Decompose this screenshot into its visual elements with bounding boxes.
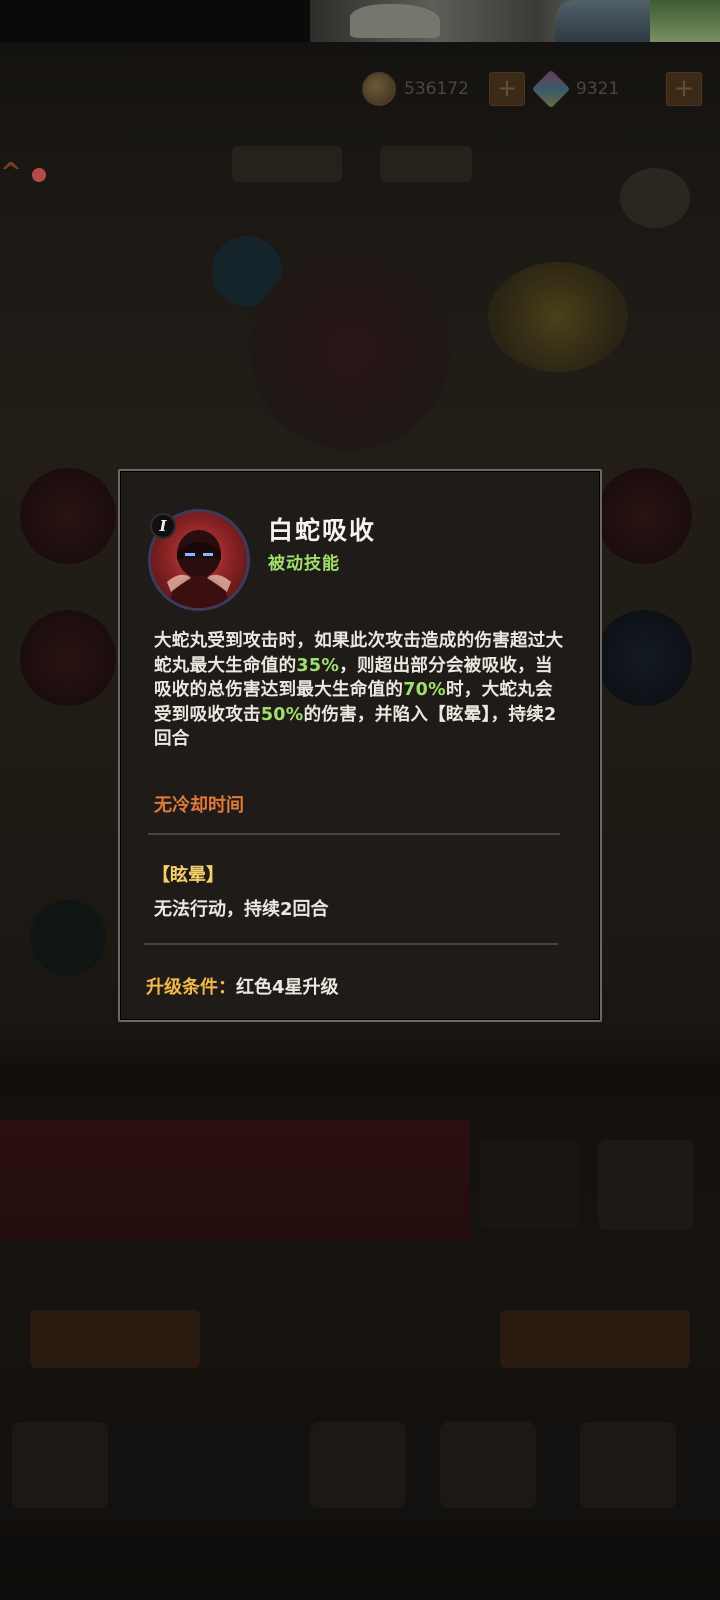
back-arrow-icon[interactable]: ^ xyxy=(0,158,26,188)
dim-bottom-tile-2 xyxy=(598,1140,694,1230)
dim-slot-left-1 xyxy=(20,468,116,564)
add-gems-button[interactable]: + xyxy=(666,72,702,106)
dim-bottom-tile-1 xyxy=(480,1140,580,1230)
dim-dock-cell xyxy=(440,1422,536,1508)
dim-dock-cell xyxy=(580,1422,676,1508)
upgrade-condition: 升级条件：红色4星升级 xyxy=(146,973,339,999)
add-coins-button[interactable]: + xyxy=(489,72,525,106)
grass-shape xyxy=(650,0,720,42)
coin-counter: 536172 xyxy=(362,72,469,106)
skill-icon: I xyxy=(148,509,250,611)
cooldown-text: 无冷却时间 xyxy=(154,795,244,816)
desc-highlight: 70% xyxy=(403,680,446,700)
status-effect-description: 无法行动，持续2回合 xyxy=(154,899,329,920)
level-badge: I xyxy=(150,513,176,539)
dim-button-left xyxy=(30,1310,200,1368)
dim-slot-right-2 xyxy=(596,610,692,706)
dim-tab-2 xyxy=(380,146,472,182)
dim-bottom-dock xyxy=(0,1410,720,1520)
notification-dot xyxy=(32,168,46,182)
gem-icon xyxy=(531,69,571,109)
divider xyxy=(144,943,558,945)
dim-tab-1 xyxy=(232,146,342,182)
dim-character xyxy=(250,250,450,450)
skill-name: 白蛇吸收 xyxy=(268,516,377,545)
skill-detail-popup[interactable]: I 白蛇吸收 被动技能 大蛇丸受到攻击时，如果此次攻击造成的伤害超过大蛇丸最大生… xyxy=(118,469,602,1022)
upgrade-label: 升级条件： xyxy=(146,977,236,998)
desc-highlight: 35% xyxy=(296,655,340,676)
dim-corner-icon xyxy=(620,168,690,228)
dim-dock-cell xyxy=(12,1422,108,1508)
gem-value: 9321 xyxy=(576,79,620,99)
dim-slot-right-1 xyxy=(596,468,692,564)
skill-description: 大蛇丸受到攻击时，如果此次攻击造成的伤害超过大蛇丸最大生命值的35%，则超出部分… xyxy=(154,629,564,752)
skill-type: 被动技能 xyxy=(268,554,340,574)
dim-button-right xyxy=(500,1310,690,1368)
dim-emblem xyxy=(488,262,628,372)
status-effect-title: 【眩晕】 xyxy=(152,865,224,886)
dim-bottom-panel xyxy=(0,1120,470,1240)
upgrade-value: 红色4星升级 xyxy=(236,977,339,998)
coin-value: 536172 xyxy=(404,79,469,99)
desc-highlight: 50% xyxy=(260,704,304,725)
top-banner-image xyxy=(310,0,720,42)
coin-icon xyxy=(362,72,396,106)
divider xyxy=(148,833,560,835)
dim-slot-left-2 xyxy=(20,610,116,706)
rock-shape xyxy=(350,4,440,38)
dim-slot-left-3 xyxy=(30,900,106,976)
gem-counter: 9321 xyxy=(531,69,620,109)
dim-dock-cell xyxy=(310,1422,406,1508)
figure-shape xyxy=(555,0,665,42)
